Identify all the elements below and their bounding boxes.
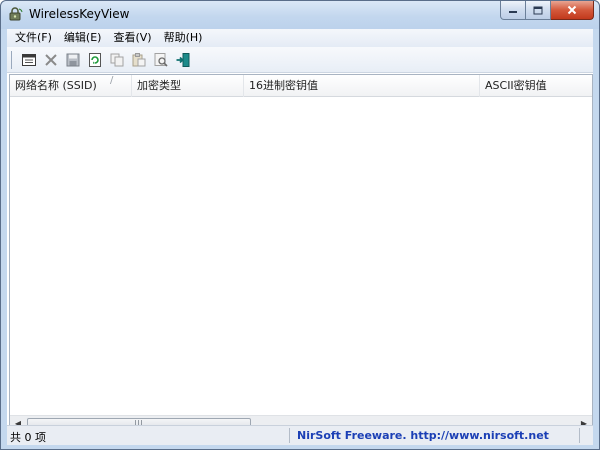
copy-icon: [110, 53, 123, 66]
status-bar: 共 0 项 NirSoft Freeware. http://www.nirso…: [7, 425, 593, 445]
close-button[interactable]: [551, 1, 594, 20]
refresh-button[interactable]: [84, 49, 105, 71]
properties-icon: [21, 53, 36, 66]
title-bar[interactable]: WirelessKeyView: [1, 1, 599, 29]
column-label-ssid: 网络名称 (SSID): [15, 79, 97, 92]
column-resize-glyph: /: [110, 75, 114, 86]
save-button[interactable]: [62, 49, 83, 71]
status-divider-end: [579, 428, 580, 443]
copy-button[interactable]: [106, 49, 127, 71]
list-header: 网络名称 (SSID) / 加密类型 16进制密钥值 ASCII密钥值: [10, 75, 592, 97]
menu-view[interactable]: 查看(V): [107, 29, 157, 47]
window-controls: [500, 1, 594, 21]
exit-button[interactable]: [172, 49, 193, 71]
column-header-encryption[interactable]: 加密类型: [132, 75, 244, 97]
toolbar: [7, 47, 593, 73]
minimize-icon: [509, 11, 517, 13]
maximize-icon: [533, 6, 543, 14]
app-window: WirelessKeyView 文件(F) 编辑(E) 查看(V) 帮助(H) …: [0, 0, 600, 450]
delete-icon: [44, 53, 57, 66]
refresh-icon: [88, 52, 101, 67]
nirsoft-link[interactable]: NirSoft Freeware. http://www.nirsoft.net: [297, 429, 549, 442]
exit-icon: [176, 52, 189, 67]
maximize-button[interactable]: [526, 1, 551, 20]
wifi-key-app-icon: [8, 6, 24, 22]
minimize-button[interactable]: [500, 1, 526, 20]
close-icon: [567, 5, 577, 15]
menu-bar: 文件(F) 编辑(E) 查看(V) 帮助(H): [7, 29, 593, 47]
toolbar-grip[interactable]: [11, 50, 13, 69]
column-header-hex-key[interactable]: 16进制密钥值: [244, 75, 480, 97]
column-label-encryption: 加密类型: [137, 79, 181, 92]
menu-help[interactable]: 帮助(H): [158, 29, 209, 47]
save-icon: [66, 53, 79, 66]
window-title: WirelessKeyView: [29, 7, 130, 21]
column-header-ascii-key[interactable]: ASCII密钥值: [480, 75, 592, 97]
menu-file[interactable]: 文件(F): [9, 29, 58, 47]
column-label-hex-key: 16进制密钥值: [249, 79, 318, 92]
status-divider: [289, 428, 290, 443]
item-count: 共 0 项: [10, 431, 46, 444]
find-icon: [154, 52, 168, 67]
network-key-list[interactable]: 网络名称 (SSID) / 加密类型 16进制密钥值 ASCII密钥值 ◀ II…: [9, 74, 593, 432]
delete-button[interactable]: [40, 49, 61, 71]
menu-edit[interactable]: 编辑(E): [58, 29, 108, 47]
paste-icon: [132, 52, 145, 66]
properties-button[interactable]: [18, 49, 39, 71]
find-button[interactable]: [150, 49, 171, 71]
client-area: 文件(F) 编辑(E) 查看(V) 帮助(H) 网络名称 (SSID) / 加密…: [7, 29, 593, 445]
paste-button[interactable]: [128, 49, 149, 71]
column-label-ascii-key: ASCII密钥值: [485, 79, 547, 92]
column-header-ssid[interactable]: 网络名称 (SSID): [10, 75, 132, 97]
